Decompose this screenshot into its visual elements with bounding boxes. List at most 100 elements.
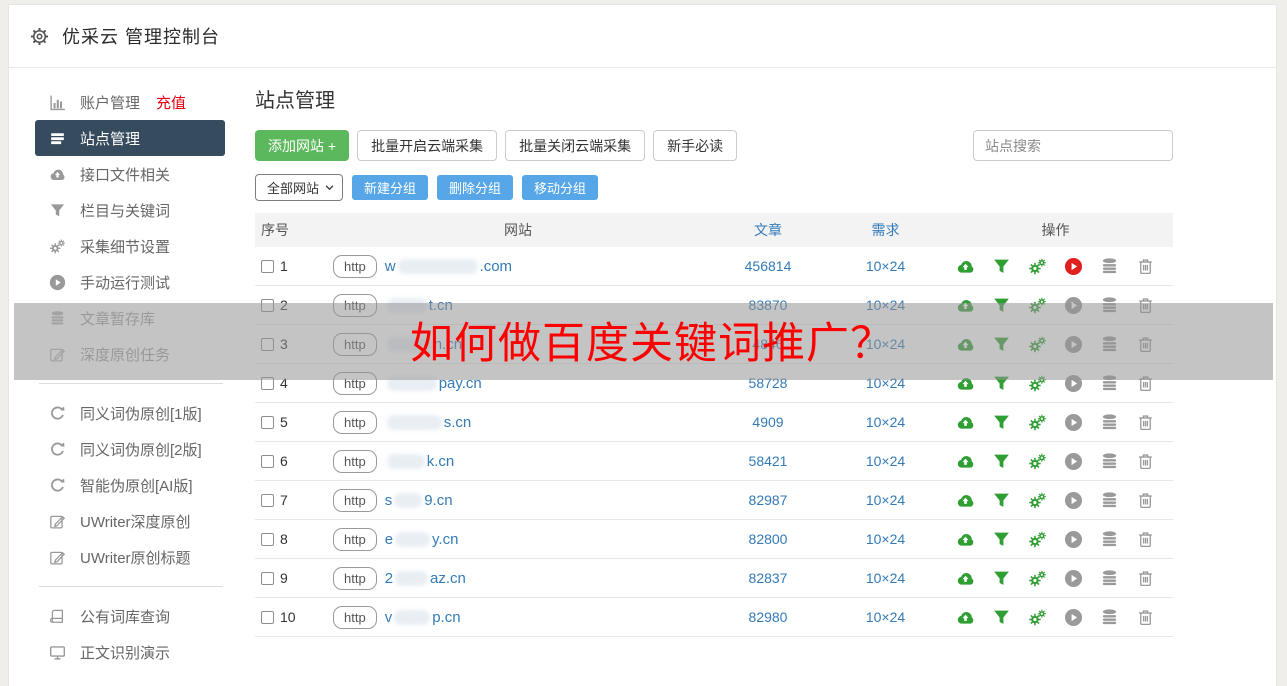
filter-icon[interactable] bbox=[992, 569, 1011, 588]
row-checkbox[interactable] bbox=[261, 532, 274, 546]
article-count-link[interactable]: 456814 bbox=[703, 258, 833, 274]
sidebar-item-2-0[interactable]: 公有词库查询 bbox=[9, 598, 249, 634]
site-link[interactable]: w .com bbox=[385, 258, 512, 275]
article-count-link[interactable]: 82800 bbox=[703, 531, 833, 547]
gears-icon[interactable] bbox=[1028, 491, 1047, 510]
play-icon[interactable] bbox=[1064, 452, 1083, 471]
http-protocol-button[interactable]: http bbox=[333, 527, 377, 551]
database-icon[interactable] bbox=[1100, 569, 1119, 588]
sidebar-item-label: 同义词伪原创[2版] bbox=[80, 441, 202, 459]
http-protocol-button[interactable]: http bbox=[333, 410, 377, 434]
table-row: 5 http s.cn 4909 10×24 bbox=[255, 403, 1173, 442]
http-protocol-button[interactable]: http bbox=[333, 254, 377, 278]
play-icon[interactable] bbox=[1064, 257, 1083, 276]
play-icon[interactable] bbox=[1064, 413, 1083, 432]
database-icon[interactable] bbox=[1100, 413, 1119, 432]
sidebar-item-0-0[interactable]: 账户管理 充值 bbox=[9, 84, 249, 120]
database-icon[interactable] bbox=[1100, 530, 1119, 549]
gears-icon[interactable] bbox=[1028, 569, 1047, 588]
cloud-upload-icon[interactable] bbox=[956, 569, 975, 588]
sidebar-item-label: 站点管理 bbox=[80, 130, 141, 148]
http-protocol-button[interactable]: http bbox=[333, 488, 377, 512]
site-link[interactable]: k.cn bbox=[385, 453, 454, 470]
filter-icon[interactable] bbox=[992, 608, 1011, 627]
filter-icon[interactable] bbox=[992, 413, 1011, 432]
database-icon[interactable] bbox=[1100, 491, 1119, 510]
article-count-link[interactable]: 82980 bbox=[703, 609, 833, 625]
trash-icon[interactable] bbox=[1136, 452, 1155, 471]
site-link[interactable]: s 9.cn bbox=[385, 492, 453, 509]
trash-icon[interactable] bbox=[1136, 257, 1155, 276]
newbie-guide-button[interactable]: 新手必读 bbox=[653, 130, 738, 161]
cloud-upload-icon[interactable] bbox=[956, 452, 975, 471]
trash-icon[interactable] bbox=[1136, 569, 1155, 588]
sidebar-item-0-5[interactable]: 手动运行测试 bbox=[9, 264, 249, 300]
http-protocol-button[interactable]: http bbox=[333, 605, 377, 629]
gears-icon[interactable] bbox=[1028, 413, 1047, 432]
trash-icon[interactable] bbox=[1136, 530, 1155, 549]
sidebar-item-0-4[interactable]: 采集细节设置 bbox=[9, 228, 249, 264]
cloud-upload-icon[interactable] bbox=[956, 413, 975, 432]
filter-icon[interactable] bbox=[992, 257, 1011, 276]
site-link[interactable]: v p.cn bbox=[385, 609, 461, 626]
sidebar-item-2-1[interactable]: 正文识别演示 bbox=[9, 634, 249, 670]
site-link[interactable]: e y.cn bbox=[385, 531, 459, 548]
cloud-upload-icon[interactable] bbox=[956, 257, 975, 276]
row-checkbox[interactable] bbox=[261, 571, 274, 585]
site-link[interactable]: 2 az.cn bbox=[385, 570, 466, 587]
move-group-button[interactable]: 移动分组 bbox=[522, 175, 599, 200]
trash-icon[interactable] bbox=[1136, 413, 1155, 432]
play-icon[interactable] bbox=[1064, 608, 1083, 627]
play-icon[interactable] bbox=[1064, 491, 1083, 510]
database-icon[interactable] bbox=[1100, 257, 1119, 276]
recharge-link[interactable]: 充值 bbox=[156, 92, 186, 113]
database-icon[interactable] bbox=[1100, 608, 1119, 627]
gears-icon[interactable] bbox=[1028, 257, 1047, 276]
sidebar-item-0-3[interactable]: 栏目与关键词 bbox=[9, 192, 249, 228]
http-protocol-button[interactable]: http bbox=[333, 449, 377, 473]
batch-close-cloud-collect-button[interactable]: 批量关闭云端采集 bbox=[505, 130, 646, 161]
row-checkbox[interactable] bbox=[261, 493, 274, 507]
filter-icon[interactable] bbox=[992, 452, 1011, 471]
article-count-link[interactable]: 82987 bbox=[703, 492, 833, 508]
table-header: 序号 网站 文章 需求 操作 bbox=[255, 213, 1173, 247]
sidebar-item-1-3[interactable]: UWriter深度原创 bbox=[9, 503, 249, 539]
trash-icon[interactable] bbox=[1136, 491, 1155, 510]
sidebar-item-0-2[interactable]: 接口文件相关 bbox=[9, 156, 249, 192]
column-header: 操作 bbox=[1041, 222, 1070, 238]
article-count-link[interactable]: 58421 bbox=[703, 453, 833, 469]
gears-icon[interactable] bbox=[1028, 452, 1047, 471]
batch-open-cloud-collect-button[interactable]: 批量开启云端采集 bbox=[357, 130, 498, 161]
row-checkbox[interactable] bbox=[261, 415, 274, 429]
sidebar-item-1-4[interactable]: UWriter原创标题 bbox=[9, 539, 249, 575]
group-filter-select[interactable]: 全部网站 bbox=[255, 174, 343, 201]
gears-icon[interactable] bbox=[1028, 608, 1047, 627]
row-checkbox[interactable] bbox=[261, 259, 274, 273]
delete-group-button[interactable]: 删除分组 bbox=[437, 175, 514, 200]
cloud-upload-icon[interactable] bbox=[956, 530, 975, 549]
play-icon[interactable] bbox=[1064, 569, 1083, 588]
filter-icon[interactable] bbox=[992, 491, 1011, 510]
book-icon bbox=[49, 608, 66, 625]
add-site-button[interactable]: 添加网站 + bbox=[255, 130, 350, 161]
http-protocol-button[interactable]: http bbox=[333, 566, 377, 590]
play-icon[interactable] bbox=[1064, 530, 1083, 549]
article-count-link[interactable]: 82837 bbox=[703, 570, 833, 586]
sidebar-item-0-1[interactable]: 站点管理 bbox=[35, 120, 225, 156]
sidebar-item-1-1[interactable]: 同义词伪原创[2版] bbox=[9, 431, 249, 467]
filter-icon[interactable] bbox=[992, 530, 1011, 549]
new-group-button[interactable]: 新建分组 bbox=[352, 175, 429, 200]
article-count-link[interactable]: 4909 bbox=[703, 414, 833, 430]
sidebar-item-1-2[interactable]: 智能伪原创[AI版] bbox=[9, 467, 249, 503]
site-search-input[interactable] bbox=[973, 130, 1173, 161]
sidebar-item-1-0[interactable]: 同义词伪原创[1版] bbox=[9, 395, 249, 431]
site-link[interactable]: s.cn bbox=[385, 414, 471, 431]
row-checkbox[interactable] bbox=[261, 454, 274, 468]
database-icon[interactable] bbox=[1100, 452, 1119, 471]
row-actions bbox=[938, 608, 1173, 627]
trash-icon[interactable] bbox=[1136, 608, 1155, 627]
cloud-upload-icon[interactable] bbox=[956, 608, 975, 627]
cloud-upload-icon[interactable] bbox=[956, 491, 975, 510]
row-checkbox[interactable] bbox=[261, 610, 274, 624]
gears-icon[interactable] bbox=[1028, 530, 1047, 549]
